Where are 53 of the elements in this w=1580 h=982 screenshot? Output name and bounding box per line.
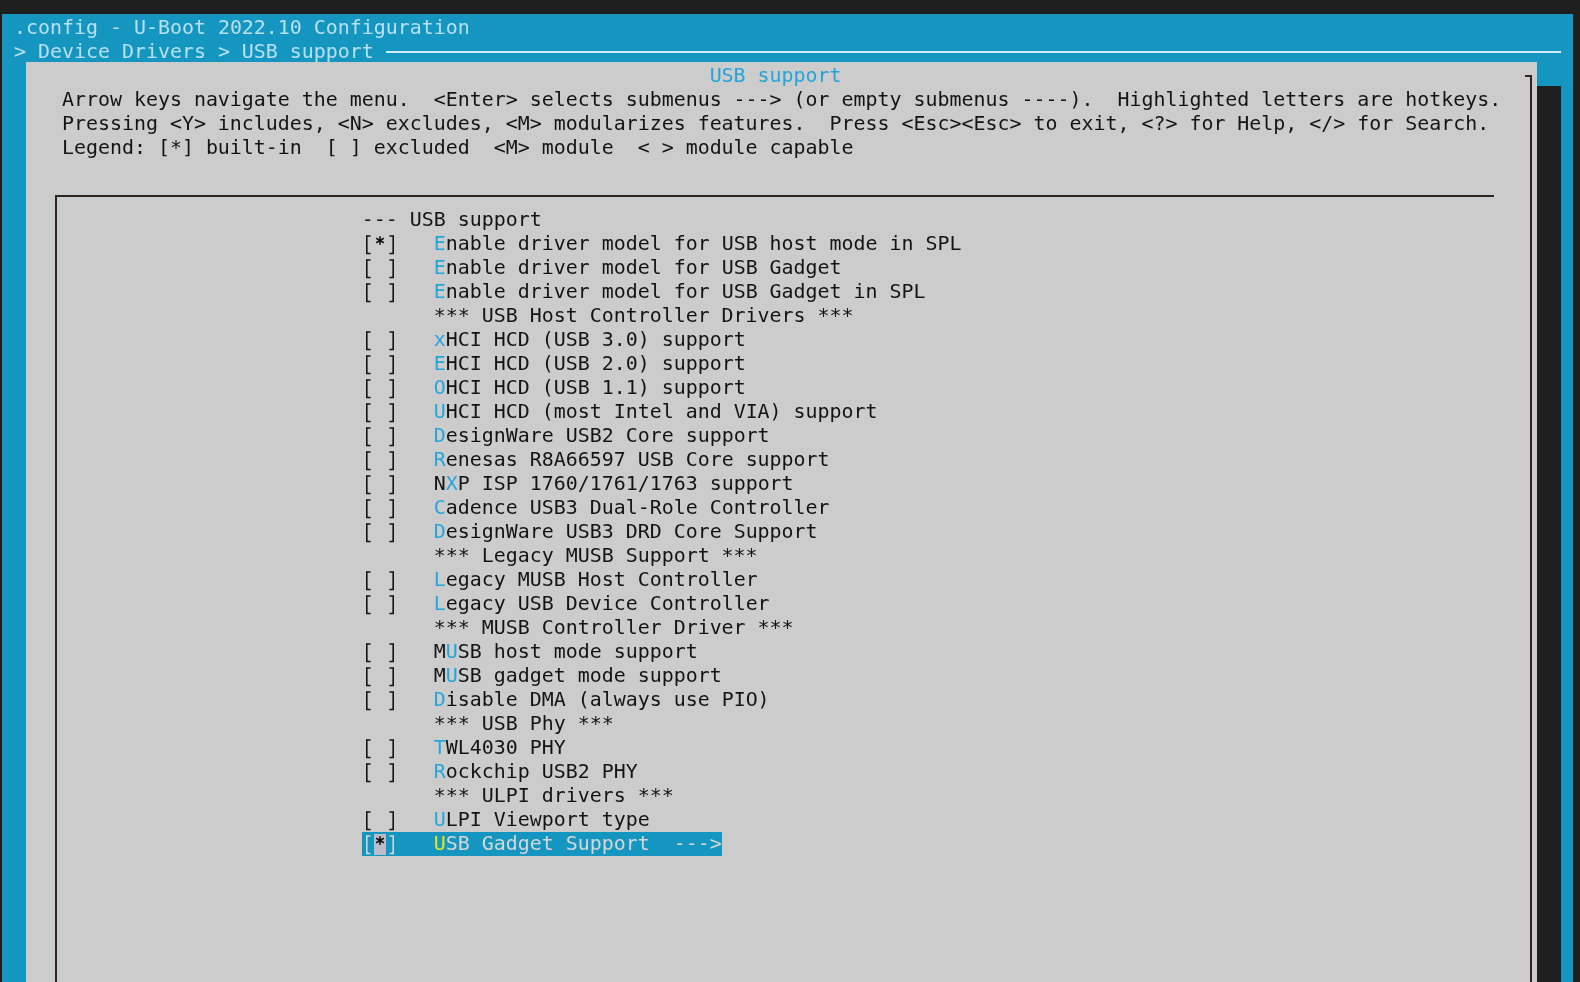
checkbox[interactable] [364, 282, 395, 303]
menu-item[interactable]: Legacy USB Device Controller [361, 592, 770, 616]
checkbox[interactable] [364, 834, 395, 855]
checkbox[interactable] [364, 570, 395, 591]
checkbox[interactable] [364, 594, 395, 615]
checkbox[interactable] [364, 426, 395, 447]
menu-comment: *** Legacy MUSB Support *** [433, 544, 758, 568]
checkbox[interactable] [364, 522, 395, 543]
menu-header[interactable]: --- USB support [361, 208, 542, 232]
checkbox[interactable] [364, 690, 395, 711]
checkbox[interactable] [364, 642, 395, 663]
help-text: Pressing <Y> includes, <N> excludes, <M> modularizes features. Press <Esc><Esc> to exit, <?> for Help, </> for Search. [60, 112, 1491, 136]
menu-item[interactable]: xHCI HCD (USB 3.0) support [361, 328, 746, 352]
checkbox[interactable] [364, 666, 395, 687]
menu-item[interactable]: TWL4030 PHY [361, 736, 566, 760]
help-text: Legend: [*] built-in [ ] excluded <M> module < > module capable [60, 136, 855, 160]
menu-item[interactable]: EHCI HCD (USB 2.0) support [361, 352, 746, 376]
menu-item[interactable]: Disable DMA (always use PIO) [361, 688, 770, 712]
checkbox[interactable] [364, 258, 395, 279]
menu-item[interactable]: Enable driver model for USB host mode in SPL [361, 232, 962, 256]
checkbox[interactable] [364, 762, 395, 783]
checkbox[interactable] [364, 450, 395, 471]
checkbox[interactable] [364, 474, 395, 495]
menu-item[interactable]: Enable driver model for USB Gadget [361, 256, 842, 280]
help-text: Arrow keys navigate the menu. <Enter> selects submenus ---> (or empty submenus ----). Highlighted letters are hotkeys. [60, 88, 1503, 112]
menu-comment: *** USB Host Controller Drivers *** [433, 304, 854, 328]
menu-item[interactable]: UHCI HCD (most Intel and VIA) support [361, 400, 878, 424]
checkbox[interactable] [364, 234, 395, 255]
menu-item[interactable]: Rockchip USB2 PHY [361, 760, 638, 784]
checkbox[interactable] [364, 810, 395, 831]
window-title: .config - U-Boot 2022.10 Configuration [13, 16, 471, 40]
checkbox[interactable] [364, 330, 395, 351]
menu-item[interactable]: NXP ISP 1760/1761/1763 support [361, 472, 794, 496]
menu-item[interactable]: DesignWare USB3 DRD Core Support [361, 520, 818, 544]
dialog-title: USB support [708, 64, 843, 88]
menu-item[interactable]: DesignWare USB2 Core support [361, 424, 770, 448]
menu-comment: *** ULPI drivers *** [433, 784, 674, 808]
checkbox[interactable] [364, 402, 395, 423]
menu-item[interactable]: ULPI Viewport type [361, 808, 650, 832]
menu-item[interactable]: MUSB host mode support [361, 640, 698, 664]
checkbox[interactable] [364, 378, 395, 399]
checkbox[interactable] [364, 498, 395, 519]
menu-item[interactable]: Cadence USB3 Dual-Role Controller [361, 496, 830, 520]
checkbox[interactable] [364, 738, 395, 759]
menu-item[interactable]: OHCI HCD (USB 1.1) support [361, 376, 746, 400]
menu-comment: *** USB Phy *** [433, 712, 614, 736]
breadcrumb: > Device Drivers > USB support [13, 40, 374, 64]
menu-item[interactable]: MUSB gadget mode support [361, 664, 722, 688]
menu-item[interactable]: Renesas R8A66597 USB Core support [361, 448, 830, 472]
menu-item[interactable]: Legacy MUSB Host Controller [361, 568, 758, 592]
checkbox[interactable] [364, 354, 395, 375]
menu-item[interactable]: Enable driver model for USB Gadget in SPL [361, 280, 926, 304]
menu-comment: *** MUSB Controller Driver *** [433, 616, 794, 640]
